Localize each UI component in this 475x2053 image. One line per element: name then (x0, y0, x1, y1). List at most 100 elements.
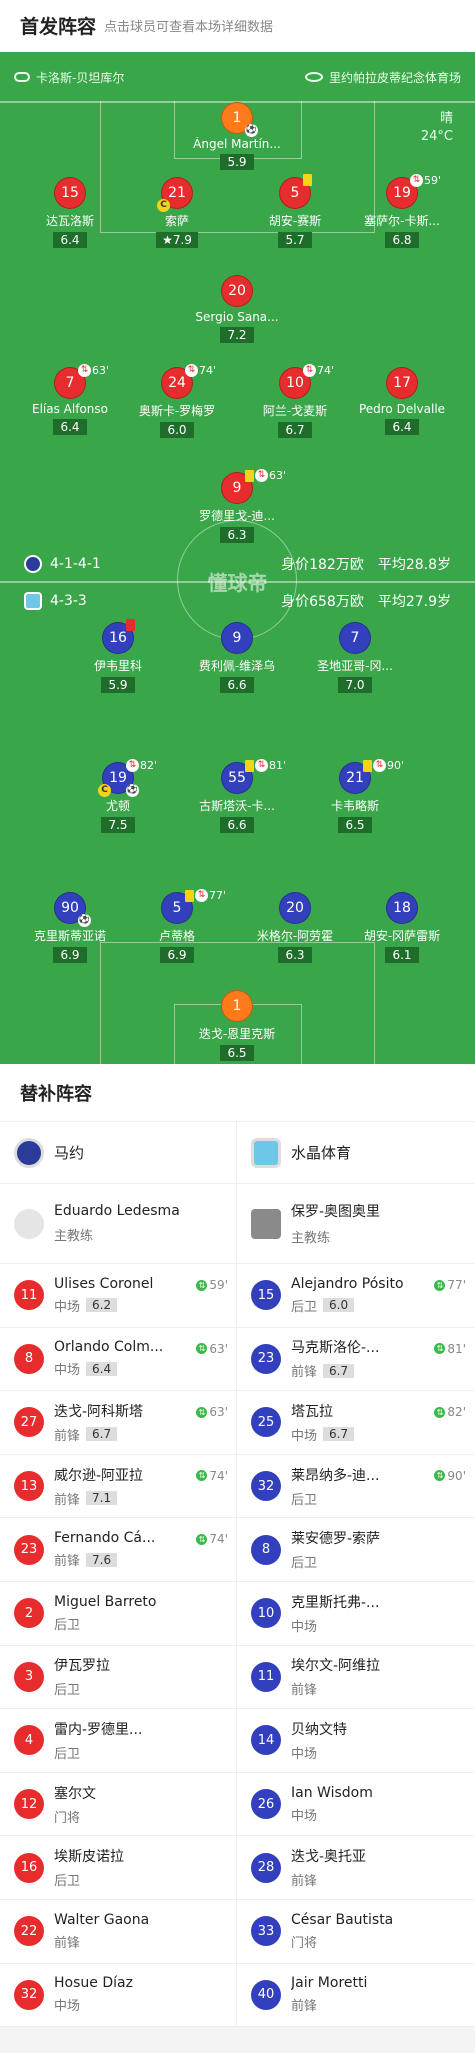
player-number-badge: 12 (14, 1789, 44, 1820)
home-subs-column: 马约 Eduardo Ledesma 主教练 11 Ulises Coronel 中场… (0, 1122, 237, 2028)
whistle-icon (14, 72, 30, 82)
away-player-16[interactable]: 16 伊韦里科 5.9 (63, 619, 173, 693)
away-formation: 4-3-3 (50, 593, 87, 609)
player-number-badge: 19 ⚽ C ⇅ 82' (98, 759, 157, 797)
home-subs-team[interactable]: 马约 (0, 1122, 236, 1184)
sub-player-row[interactable]: 10 克里斯托弗-... 中场 (237, 1582, 474, 1646)
home-player-20[interactable]: 20 Sergio Sana... 7.2 (182, 275, 292, 343)
sub-player-row[interactable]: 8 Orlando Colm... 中场 6.4 ⇅ 63' (0, 1328, 236, 1392)
home-coach[interactable]: Eduardo Ledesma 主教练 (0, 1184, 236, 1264)
player-number: 22 (20, 1923, 38, 1939)
away-player-7[interactable]: 7 圣地亚哥-冈... 7.0 (300, 622, 410, 693)
sub-player-row[interactable]: 2 Miguel Barreto 后卫 (0, 1582, 236, 1646)
sub-player-row[interactable]: 11 埃尔文-阿维拉 前锋 (237, 1646, 474, 1710)
player-position: 中场 (291, 1619, 318, 1635)
home-player-15[interactable]: 15 达瓦洛斯 6.4 (15, 177, 125, 248)
sub-player-row[interactable]: 4 雷内-罗德里... 后卫 (0, 1709, 236, 1773)
away-subs-team[interactable]: 水晶体育 (237, 1122, 474, 1184)
player-name: Elías Alfonso (32, 402, 108, 416)
away-player-90[interactable]: 90 ⚽ 克里斯蒂亚诺 6.9 (15, 892, 125, 963)
sub-player-row[interactable]: 13 威尔逊-阿亚拉 前锋 7.1 ⇅ 74' (0, 1455, 236, 1519)
sub-player-row[interactable]: 23 Fernando Cá... 前锋 7.6 ⇅ 74' (0, 1518, 236, 1582)
sub-minute: 63' (209, 1341, 228, 1356)
away-player-19[interactable]: 19 ⚽ C ⇅ 82' 尤顿 7.5 (63, 759, 173, 833)
player-position: 后卫 (291, 1556, 318, 1572)
player-number: 32 (20, 1987, 38, 2003)
sub-minute: 59' (209, 1278, 228, 1292)
sub-player-row[interactable]: 15 Alejandro Pósito 后卫 6.0 ⇅ 77' (237, 1264, 474, 1328)
sub-event: ⇅ 77' (434, 1278, 466, 1292)
sub-player-row[interactable]: 28 迭戈-奥托亚 前锋 (237, 1836, 474, 1900)
player-number-badge: 8 (251, 1534, 281, 1565)
player-name: 雷内-罗德里... (54, 1721, 143, 1738)
player-number-badge: 21 C (157, 177, 193, 212)
player-name: 达瓦洛斯 (45, 214, 94, 228)
sub-player-row[interactable]: 11 Ulises Coronel 中场 6.2 ⇅ 59' (0, 1264, 236, 1328)
home-player-24[interactable]: 24 ⇅ 74' 奥斯卡-罗梅罗 6.0 (122, 364, 232, 438)
sub-player-row[interactable]: 32 莱昂纳多-迪... 后卫 ⇅ 90' (237, 1455, 474, 1519)
pitch: 懂球帝 卡洛斯-贝坦库尔 里约帕拉皮蒂纪念体育场 晴 24°C 1 ⚽ Ángel … (0, 52, 475, 1064)
sub-player-row[interactable]: 25 塔瓦拉 中场 6.7 ⇅ 82' (237, 1391, 474, 1455)
home-player-7[interactable]: 7 ⇅ 63' Elías Alfonso 6.4 (15, 364, 125, 435)
sub-player-row[interactable]: 33 César Bautista 门将 (237, 1900, 474, 1964)
player-number: 20 (286, 900, 304, 916)
sub-in-icon: ⇅ (196, 1533, 208, 1545)
event-minute: 90' (387, 759, 405, 772)
player-number-badge: 28 (251, 1852, 281, 1883)
sub-in-icon: ⇅ (196, 1406, 208, 1418)
player-rating: 5.9 (101, 677, 135, 693)
player-name: 克里斯蒂亚诺 (33, 929, 106, 943)
player-position: 中场 (291, 1746, 318, 1762)
away-player-20[interactable]: 20 米格尔-阿劳霍 6.3 (240, 892, 350, 963)
sub-player-row[interactable]: 16 埃斯皮诺拉 后卫 (0, 1836, 236, 1900)
sub-player-row[interactable]: 26 Ian Wisdom 中场 (237, 1773, 474, 1837)
home-value: 身价182万欧 (281, 557, 364, 573)
sub-player-row[interactable]: 22 Walter Gaona 前锋 (0, 1900, 236, 1964)
player-rating: 6.3 (278, 947, 312, 963)
player-number-badge: 10 ⇅ 74' (279, 364, 334, 399)
away-player-18[interactable]: 18 胡安-冈萨雷斯 6.1 (347, 892, 457, 963)
player-number-badge: 10 (251, 1598, 281, 1629)
sub-player-row[interactable]: 40 Jair Moretti 前锋 (237, 1964, 474, 2028)
player-number-badge: 33 (251, 1916, 281, 1947)
player-number-badge: 16 (14, 1852, 44, 1883)
player-rating: 6.5 (338, 817, 372, 833)
sub-player-row[interactable]: 12 塞尔文 门将 (0, 1773, 236, 1837)
home-formation: 4-1-4-1 (50, 556, 101, 572)
player-position: 后卫 (54, 1617, 81, 1633)
away-player-21[interactable]: 21 ⇅ 90' 卡韦略斯 6.5 (300, 759, 410, 833)
home-player-21[interactable]: 21 C 索萨 ★7.9 (122, 177, 232, 248)
sub-player-row[interactable]: 32 Hosue Díaz 中场 (0, 1964, 236, 2028)
player-position: 前锋 (291, 1874, 318, 1890)
away-player-9[interactable]: 9 费利佩-维泽乌 6.6 (182, 622, 292, 693)
home-player-1[interactable]: 1 ⚽ Ángel Martín... 5.9 (182, 102, 292, 170)
home-player-10[interactable]: 10 ⇅ 74' 阿兰-戈麦斯 6.7 (240, 364, 350, 438)
coach-role: 主教练 (54, 1229, 94, 1244)
shield-icon (24, 592, 42, 610)
away-player-5[interactable]: 5 ⇅ 77' 卢蒂格 6.9 (122, 889, 232, 963)
away-player-55[interactable]: 55 ⇅ 81' 古斯塔沃-卡... 6.6 (182, 759, 292, 833)
sub-player-row[interactable]: 27 迭戈-阿科斯塔 前锋 6.7 ⇅ 63' (0, 1391, 236, 1455)
away-age: 平均27.9岁 (377, 594, 451, 610)
home-player-5[interactable]: 5 胡安-赛斯 5.7 (240, 174, 350, 248)
player-number: 8 (24, 1351, 34, 1367)
away-coach[interactable]: 保罗-奥图奥里 主教练 (237, 1184, 474, 1264)
event-badges: ⇅ 59' (410, 174, 441, 187)
player-rating: 6.0 (323, 1298, 355, 1313)
sub-player-row[interactable]: 3 伊瓦罗拉 后卫 (0, 1646, 236, 1710)
player-number-badge: 20 (279, 892, 311, 924)
sub-player-row[interactable]: 8 莱安德罗-索萨 后卫 (237, 1518, 474, 1582)
home-player-17[interactable]: 17 Pedro Delvalle 6.4 (347, 367, 457, 435)
player-number: 2 (24, 1605, 34, 1621)
away-player-1[interactable]: 1 迭戈-恩里克斯 6.5 (182, 990, 292, 1061)
player-rating: 7.6 (86, 1552, 118, 1567)
home-player-19[interactable]: 19 ⇅ 59' 塞萨尔-卡斯... 6.8 (347, 174, 457, 248)
player-number-badge: 7 ⇅ 63' (54, 364, 109, 399)
sub-player-row[interactable]: 23 马克斯洛伦-... 前锋 6.7 ⇅ 81' (237, 1328, 474, 1392)
player-name: 埃斯皮诺拉 (54, 1849, 124, 1866)
sub-player-row[interactable]: 14 贝纳文特 中场 (237, 1709, 474, 1773)
player-position: 前锋 (54, 1492, 81, 1508)
venue-bar: 卡洛斯-贝坦库尔 里约帕拉皮蒂纪念体育场 (0, 52, 475, 102)
home-player-9[interactable]: 9 ⇅ 63' 罗德里戈-迪... 6.3 (182, 469, 292, 543)
event-badges (303, 174, 312, 186)
